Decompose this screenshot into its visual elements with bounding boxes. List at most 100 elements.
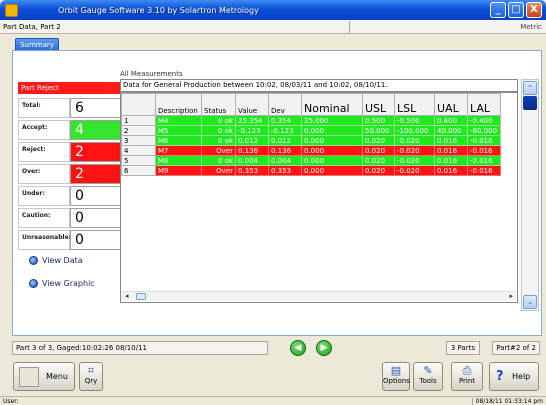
stat-label: Under: — [18, 186, 70, 206]
table-cell: 0.016 — [434, 165, 468, 176]
measurements-grid[interactable]: Description Status Value Dev Nominal USL… — [120, 92, 518, 303]
stat-value: 6 — [70, 98, 123, 118]
table-cell: 0.000 — [301, 155, 363, 166]
measurements-table: Description Status Value Dev Nominal USL… — [121, 93, 501, 176]
column-header[interactable]: Nominal — [301, 93, 363, 116]
stat-value: 2 — [70, 142, 123, 162]
table-cell: Over — [201, 165, 236, 176]
app-icon — [5, 3, 18, 17]
column-header[interactable]: UAL — [434, 93, 468, 116]
tab-summary[interactable]: Summary — [15, 38, 59, 50]
table-cell: -100.000 — [394, 125, 435, 136]
radio-button-icon[interactable] — [29, 279, 38, 288]
summary-panel: Part Reject Total: 6 Accept: 4 Reject: 2… — [12, 50, 542, 336]
options-button[interactable]: ▤ Options — [382, 362, 410, 391]
stat-under: Under: 0 — [18, 186, 123, 206]
table-cell: 0 ok — [201, 155, 236, 166]
table-cell: -0.016 — [467, 155, 501, 166]
part-path: Part Data, Part 2 — [3, 22, 61, 31]
table-cell: 0.000 — [301, 125, 363, 136]
column-header[interactable]: Description — [155, 93, 202, 116]
path-bar: Part Data, Part 2 Metric — [0, 20, 546, 34]
help-icon: ? — [496, 369, 504, 384]
help-button[interactable]: ? Help — [489, 362, 539, 391]
stat-accept: Accept: 4 — [18, 120, 123, 140]
column-header[interactable]: LAL — [467, 93, 501, 116]
footer-status: User: 08/18/11 01:33:14 pm — [0, 396, 546, 405]
horizontal-scrollbar[interactable]: ◂ ▸ — [122, 291, 516, 301]
stat-value: 4 — [70, 120, 123, 140]
maximize-button[interactable]: □ — [508, 2, 524, 18]
table-cell: -0.020 — [394, 155, 435, 166]
table-cell: 0.012 — [235, 135, 269, 146]
previous-part-button[interactable]: ◀ — [290, 340, 306, 356]
column-header — [121, 93, 156, 116]
table-row[interactable]: 5 M8 0 ok 0.004 0.004 0.000 0.020 -0.020 0.016 -0… — [121, 155, 501, 166]
scroll-thumb[interactable] — [523, 96, 537, 110]
stat-unreasonable: Unreasonable: 0 — [18, 230, 123, 250]
table-cell: 0 ok — [201, 115, 236, 126]
table-row[interactable]: 3 M6 0 ok 0.012 0.012 0.000 0.020 -0.020 0.016 -0… — [121, 135, 501, 146]
table-cell: 0.004 — [235, 155, 269, 166]
minimize-button[interactable]: _ — [490, 2, 506, 18]
stat-label: Reject: — [18, 142, 70, 162]
menu-icon — [19, 367, 39, 387]
table-row[interactable]: 6 M9 Over 0.353 0.353 0.000 0.020 -0.020 0.016 -0… — [121, 165, 501, 176]
table-cell: 0.000 — [301, 135, 363, 146]
footer-timestamp: 08/18/11 01:33:14 pm — [471, 397, 546, 405]
table-cell: -0.020 — [394, 135, 435, 146]
row-number-cell: 6 — [121, 165, 156, 176]
row-number-cell: 5 — [121, 155, 156, 166]
table-cell: 25.354 — [235, 115, 269, 126]
view-graphic-label: View Graphic — [42, 279, 95, 288]
units-label: Metric — [520, 22, 542, 31]
column-header[interactable]: Status — [201, 93, 236, 116]
options-icon: ▤ — [390, 364, 402, 377]
scroll-up-icon[interactable]: ⌃ — [523, 81, 537, 95]
view-graphic-radio[interactable]: View Graphic — [29, 279, 95, 288]
data-range-info: Data for General Production between 10:0… — [120, 79, 518, 92]
query-button[interactable]: ⌗ Qry — [79, 362, 103, 391]
view-data-radio[interactable]: View Data — [29, 256, 83, 265]
column-header[interactable]: LSL — [394, 93, 435, 116]
scroll-thumb[interactable] — [136, 293, 146, 300]
radio-button-icon[interactable] — [29, 256, 38, 265]
column-header[interactable]: Value — [235, 93, 269, 116]
scroll-right-icon[interactable]: ▸ — [509, 292, 513, 300]
table-cell: 0.020 — [362, 155, 395, 166]
table-cell: 0.000 — [301, 165, 363, 176]
table-cell: 0 ok — [201, 125, 236, 136]
table-cell: -0.020 — [394, 165, 435, 176]
table-cell: 0.020 — [362, 135, 395, 146]
table-cell: 0.020 — [362, 145, 395, 156]
print-button[interactable]: ⎙ Print — [451, 362, 483, 391]
next-part-button[interactable]: ▶ — [316, 340, 332, 356]
table-cell: 0.500 — [362, 115, 395, 126]
row-number-cell: 4 — [121, 145, 156, 156]
table-cell: -0.500 — [394, 115, 435, 126]
column-header[interactable]: USL — [362, 93, 395, 116]
stat-label: Caution: — [18, 208, 70, 228]
scroll-left-icon[interactable]: ◂ — [125, 292, 129, 300]
table-row[interactable]: 4 M7 Over 0.136 0.136 0.000 0.020 -0.020 0.016 -0… — [121, 145, 501, 156]
options-label: Options — [383, 377, 411, 385]
menu-button[interactable]: Menu — [13, 362, 75, 391]
close-button[interactable]: X — [526, 2, 542, 18]
table-cell: 0.020 — [362, 165, 395, 176]
print-icon: ⎙ — [462, 364, 472, 377]
table-cell: 40.000 — [434, 125, 468, 136]
table-cell: M9 — [155, 165, 202, 176]
scroll-down-icon[interactable]: ⌄ — [523, 295, 537, 309]
table-row[interactable]: 1 M4 0 ok 25.354 0.354 25.000 0.500 -0.500 0.400… — [121, 115, 501, 126]
column-header[interactable]: Dev — [268, 93, 302, 116]
table-row[interactable]: 2 M5 0 ok -0.123 -0.123 0.000 50.000 -100.000 40… — [121, 125, 501, 136]
table-cell: 0 ok — [201, 135, 236, 146]
stat-label: Total: — [18, 98, 70, 118]
table-header-row: Description Status Value Dev Nominal USL… — [121, 93, 501, 116]
table-cell: M6 — [155, 135, 202, 146]
tools-button[interactable]: ✎ Tools — [413, 362, 443, 391]
row-number-cell: 2 — [121, 125, 156, 136]
table-cell: 25.000 — [301, 115, 363, 126]
table-cell: 0.012 — [268, 135, 302, 146]
vertical-scrollbar[interactable]: ⌃ ⌄ — [521, 79, 539, 311]
